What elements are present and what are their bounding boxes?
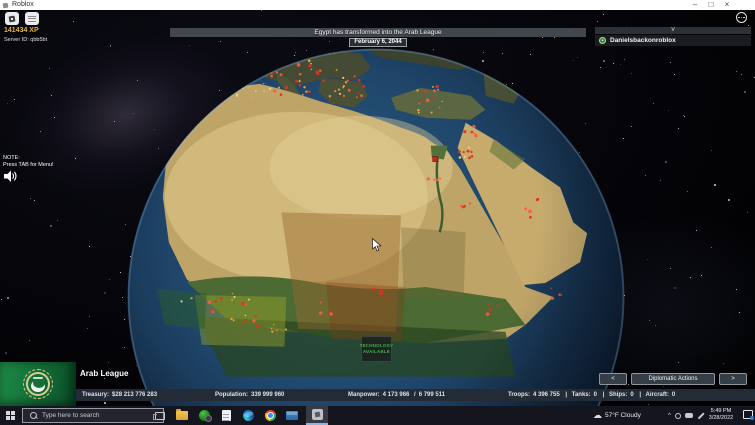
taskbar-clock[interactable]: 5:49 PM 3/28/2022 bbox=[702, 408, 740, 422]
notepad-button[interactable] bbox=[218, 406, 234, 425]
manpower-current: 4 173 966 bbox=[382, 392, 410, 398]
leaderboard-player-row[interactable]: Danielsbackonroblox bbox=[595, 35, 751, 46]
xp-counter: 141434 XP bbox=[4, 27, 39, 34]
xbox-button[interactable] bbox=[196, 406, 212, 425]
roblox-icon bbox=[311, 409, 323, 420]
roblox-logo-icon bbox=[8, 15, 16, 22]
ships-label: Ships: bbox=[609, 392, 628, 398]
treasury-value: $28 213 776 283 bbox=[112, 392, 158, 398]
mail-button[interactable] bbox=[284, 406, 300, 425]
taskbar-app-icons bbox=[152, 406, 328, 425]
maximize-button[interactable]: □ bbox=[703, 0, 719, 10]
chat-bubble-icon bbox=[28, 15, 36, 22]
population-label: Population: bbox=[215, 392, 248, 398]
windows-logo-icon bbox=[6, 411, 15, 420]
document-icon bbox=[221, 410, 231, 421]
aircraft-label: Aircraft: bbox=[645, 392, 669, 398]
file-explorer-button[interactable] bbox=[174, 406, 190, 425]
population-value: 339 999 960 bbox=[251, 392, 285, 398]
search-input[interactable] bbox=[42, 412, 163, 419]
technology-available-notice[interactable]: TECHNOLOGY AVAILABLE bbox=[360, 336, 393, 362]
tech-line2: AVAILABLE bbox=[363, 349, 390, 354]
taskbar-search[interactable] bbox=[22, 408, 164, 423]
clock-date: 3/28/2022 bbox=[708, 415, 734, 421]
tab-menu-note: NOTE: Press TAB for Menu! bbox=[3, 155, 54, 169]
controller-icon[interactable] bbox=[684, 413, 693, 418]
folder-icon bbox=[176, 409, 188, 420]
taskbar-weather[interactable]: ☁ 57°F Cloudy bbox=[593, 406, 641, 425]
note-body: Press TAB for Menu! bbox=[3, 162, 54, 168]
minimize-button[interactable]: – bbox=[687, 0, 703, 10]
window-controls: – □ × bbox=[687, 0, 735, 10]
task-view-button[interactable] bbox=[152, 406, 168, 425]
population-stat: Population: 339 999 960 bbox=[215, 389, 284, 401]
chat-toggle-button[interactable] bbox=[25, 12, 39, 25]
panel-prev-button[interactable]: < bbox=[599, 373, 627, 385]
search-icon bbox=[30, 412, 37, 419]
military-stat: Troops: 4 396 755 | Tanks: 0 | Ships: 0 | A… bbox=[508, 389, 675, 401]
roblox-menu-button[interactable] bbox=[5, 12, 19, 25]
leaderboard-collapse-button[interactable]: V bbox=[595, 27, 751, 34]
chrome-icon bbox=[264, 410, 276, 421]
start-button[interactable] bbox=[0, 406, 21, 425]
game-date: February 6, 2044 bbox=[349, 38, 407, 47]
chrome-button[interactable] bbox=[262, 406, 278, 425]
edge-button[interactable] bbox=[240, 406, 256, 425]
server-id-label: Server ID: qbb5bt bbox=[4, 37, 48, 43]
window-titlebar: Roblox – □ × bbox=[0, 0, 755, 10]
manpower-separator: / bbox=[414, 392, 416, 398]
treasury-label: Treasury: bbox=[82, 392, 110, 398]
flag-crescent-cut bbox=[33, 378, 45, 388]
speaker-icon[interactable] bbox=[4, 170, 18, 188]
xbox-icon bbox=[198, 410, 212, 422]
tray-expand-button[interactable]: ^ bbox=[668, 413, 671, 419]
cloud-icon: ☁ bbox=[593, 410, 602, 420]
task-view-icon bbox=[153, 411, 165, 420]
close-button[interactable]: × bbox=[719, 0, 735, 10]
edge-icon bbox=[242, 410, 254, 421]
window-title: Roblox bbox=[12, 1, 34, 8]
nation-name: Arab League bbox=[80, 369, 129, 378]
player-name: Danielsbackonroblox bbox=[610, 37, 676, 44]
diplomatic-actions-button[interactable]: Diplomatic Actions bbox=[631, 373, 715, 385]
mouse-cursor bbox=[372, 237, 382, 257]
manpower-max: 6 799 511 bbox=[418, 392, 446, 398]
note-title: NOTE: bbox=[3, 155, 20, 161]
mail-icon bbox=[286, 411, 298, 420]
roblox-taskbar-button[interactable] bbox=[306, 406, 328, 425]
manpower-stat: Manpower: 4 173 966 /6 799 511 bbox=[348, 389, 445, 401]
stat-separator: | bbox=[602, 392, 605, 398]
system-tray: ^ bbox=[668, 406, 705, 425]
clock-time: 5:49 PM bbox=[710, 408, 732, 414]
nation-stats-bar: Treasury: $28 213 776 283 Population: 339 … bbox=[0, 389, 755, 401]
weather-text: 57°F Cloudy bbox=[605, 412, 641, 419]
event-banner: Egypt has transformed into the Arab Leag… bbox=[170, 28, 586, 37]
stat-separator: | bbox=[565, 392, 568, 398]
tanks-label: Tanks: bbox=[571, 392, 591, 398]
network-icon[interactable] bbox=[674, 412, 681, 419]
troops-value: 4 396 755 bbox=[533, 392, 560, 398]
panel-next-button[interactable]: > bbox=[719, 373, 747, 385]
stat-separator: | bbox=[639, 392, 642, 398]
notification-center-icon[interactable] bbox=[743, 410, 754, 420]
roblox-app-icon bbox=[2, 2, 9, 8]
windows-taskbar: ☁ 57°F Cloudy ^ 5:49 PM 3/28/2022 bbox=[0, 406, 755, 425]
manpower-label: Manpower: bbox=[348, 392, 380, 398]
troops-label: Troops: bbox=[508, 392, 530, 398]
ships-value: 0 bbox=[630, 392, 634, 398]
aircraft-value: 0 bbox=[671, 392, 676, 398]
arab-league-flag bbox=[0, 362, 76, 406]
flag-script-mark bbox=[33, 377, 43, 379]
player-nation-flag-icon bbox=[599, 37, 606, 44]
more-menu-icon[interactable] bbox=[736, 12, 747, 23]
treasury-stat: Treasury: $28 213 776 283 bbox=[82, 389, 157, 401]
screen: Roblox – □ × 141434 XP Server ID: qbb5bt… bbox=[0, 0, 755, 425]
tanks-value: 0 bbox=[593, 392, 597, 398]
